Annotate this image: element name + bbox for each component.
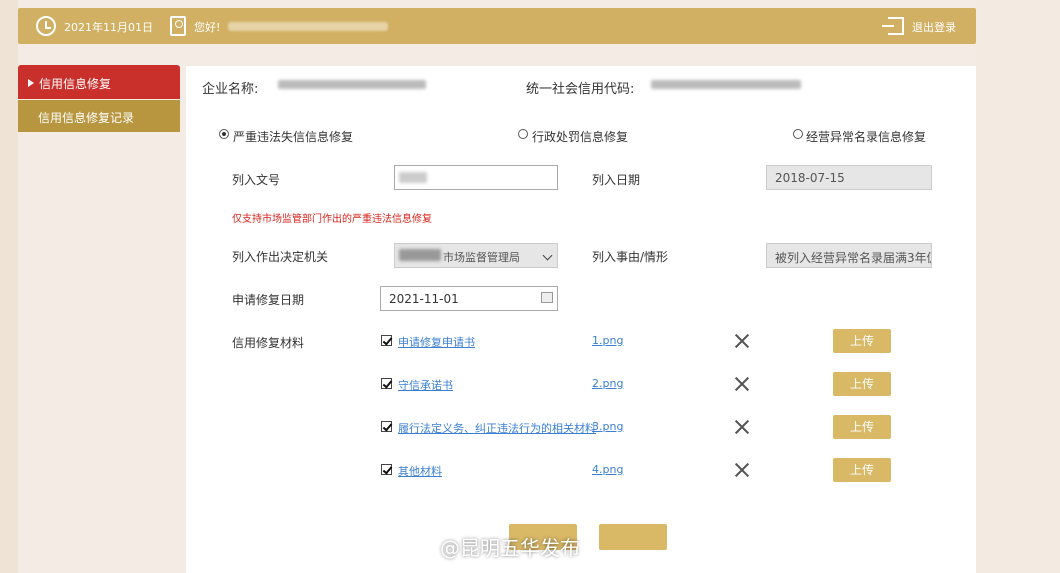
upload-button[interactable]: 上传 — [833, 372, 891, 396]
material-name-link[interactable]: 守信承诺书 — [398, 377, 453, 393]
sidebar-item-credit-repair[interactable]: 信用信息修复 — [18, 65, 180, 99]
material-checkbox[interactable] — [381, 464, 392, 475]
doc-no-redacted — [399, 172, 427, 183]
authority-select[interactable]: 市场监督管理局 — [394, 243, 558, 268]
apply-date-input[interactable]: 2021-11-01 — [380, 286, 558, 311]
radio-label-abnormal-operation[interactable]: 经营异常名录信息修复 — [806, 128, 926, 145]
back-button[interactable] — [599, 524, 667, 550]
material-checkbox[interactable] — [381, 421, 392, 432]
authority-select-value: 市场监督管理局 — [443, 251, 520, 264]
material-file-link[interactable]: 3.png — [592, 420, 623, 433]
logout-icon[interactable] — [882, 17, 904, 35]
radio-abnormal-operation[interactable] — [793, 129, 803, 139]
page-background-left — [0, 0, 18, 573]
company-name-redacted — [278, 80, 426, 89]
authority-label: 列入作出决定机关 — [232, 250, 329, 264]
page-background-right — [976, 0, 1060, 573]
company-name-label: 企业名称: — [202, 82, 259, 97]
material-file-link[interactable]: 2.png — [592, 377, 623, 390]
top-header-bar: 2021年11月01日 您好! 退出登录 — [18, 8, 976, 44]
header-greeting: 您好! — [194, 21, 221, 34]
close-icon[interactable] — [735, 420, 749, 434]
main-form-panel: 企业名称: 统一社会信用代码: 严重违法失信信息修复 行政处罚信息修复 经营异常… — [186, 66, 976, 573]
warning-text: 仅支持市场监管部门作出的严重违法信息修复 — [232, 214, 432, 225]
doc-no-label: 列入文号 — [232, 173, 281, 187]
close-icon[interactable] — [735, 463, 749, 477]
header-username-redacted — [228, 22, 388, 31]
doc-no-input[interactable] — [394, 165, 558, 190]
triangle-right-icon — [28, 79, 34, 87]
radio-label-serious-violation[interactable]: 严重违法失信信息修复 — [233, 128, 353, 145]
radio-administrative-penalty[interactable] — [518, 129, 528, 139]
material-name-link[interactable]: 其他材料 — [398, 463, 442, 479]
list-date-label: 列入日期 — [592, 173, 641, 187]
watermark-text: @昆明五华发布 — [440, 536, 580, 560]
credit-code-label: 统一社会信用代码: — [526, 82, 635, 97]
upload-button[interactable]: 上传 — [833, 415, 891, 439]
chevron-down-icon — [542, 250, 553, 261]
apply-date-value: 2021-11-01 — [389, 292, 459, 306]
material-name-link[interactable]: 履行法定义务、纠正违法行为的相关材料 — [398, 420, 596, 436]
header-date: 2021年11月01日 — [64, 21, 153, 34]
material-file-link[interactable]: 4.png — [592, 463, 623, 476]
apply-date-label: 申请修复日期 — [232, 293, 305, 307]
calendar-icon[interactable] — [541, 292, 553, 303]
upload-button[interactable]: 上传 — [833, 458, 891, 482]
material-checkbox[interactable] — [381, 378, 392, 389]
material-checkbox[interactable] — [381, 335, 392, 346]
sidebar-item-repair-records[interactable]: 信用信息修复记录 — [18, 100, 180, 132]
list-date-field: 2018-07-15 — [766, 165, 932, 190]
logout-link[interactable]: 退出登录 — [912, 19, 956, 35]
radio-label-administrative-penalty[interactable]: 行政处罚信息修复 — [532, 128, 628, 145]
authority-redacted — [399, 249, 441, 261]
close-icon[interactable] — [735, 377, 749, 391]
clock-icon — [36, 16, 56, 36]
material-name-link[interactable]: 申请修复申请书 — [398, 334, 475, 350]
upload-button[interactable]: 上传 — [833, 329, 891, 353]
materials-label: 信用修复材料 — [232, 336, 305, 350]
radio-serious-violation[interactable] — [219, 129, 229, 139]
user-icon — [170, 16, 186, 36]
credit-code-redacted — [651, 80, 801, 89]
reason-field: 被列入经营异常名录届满3年仍 — [766, 243, 932, 268]
sidebar-item-label: 信用信息修复记录 — [38, 111, 135, 125]
sidebar-item-label: 信用信息修复 — [39, 77, 112, 91]
close-icon[interactable] — [735, 334, 749, 348]
reason-label: 列入事由/情形 — [592, 250, 669, 264]
material-file-link[interactable]: 1.png — [592, 334, 623, 347]
